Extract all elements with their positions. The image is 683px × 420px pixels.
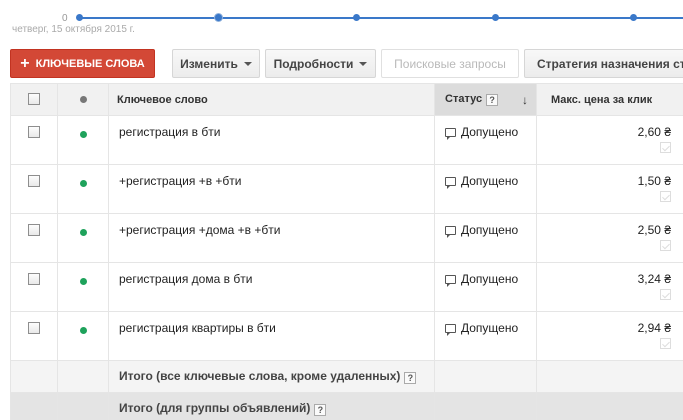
- max-cpc-value[interactable]: 1,50 ₴: [547, 174, 671, 188]
- comment-icon[interactable]: [445, 275, 456, 287]
- edit-pencil-icon[interactable]: [660, 289, 671, 300]
- row-checkbox[interactable]: [28, 126, 40, 138]
- table-row: регистрация в бти Допущено 2,60 ₴: [10, 115, 683, 165]
- header-keyword-label: Ключевое слово: [117, 93, 208, 106]
- total-all-label: Итого (все ключевые слова, кроме удаленн…: [119, 369, 401, 383]
- timeline-point[interactable]: [492, 14, 499, 21]
- status-text: Допущено: [461, 174, 519, 188]
- status-text: Допущено: [461, 125, 519, 139]
- comment-icon[interactable]: [445, 177, 456, 189]
- total-all-row: Итого (все ключевые слова, кроме удаленн…: [10, 360, 683, 393]
- timeline-point[interactable]: [630, 14, 637, 21]
- status-text: Допущено: [461, 272, 519, 286]
- enabled-status-icon: [79, 131, 87, 138]
- add-keywords-label: КЛЮЧЕВЫЕ СЛОВА: [35, 57, 145, 70]
- header-status-label: Статус: [445, 92, 483, 105]
- header-select-all[interactable]: [10, 83, 58, 116]
- edit-pencil-icon[interactable]: [660, 142, 671, 153]
- keywords-table: Ключевое слово Статус? ↓ Макс. цена за к…: [10, 83, 683, 420]
- status-dot-icon: [79, 95, 87, 103]
- edit-pencil-icon[interactable]: [660, 338, 671, 349]
- edit-pencil-icon[interactable]: [660, 240, 671, 251]
- help-icon[interactable]: ?: [404, 372, 417, 384]
- plus-icon: +: [20, 54, 30, 72]
- total-group-row: Итого (для группы объявлений)?: [10, 392, 683, 420]
- bid-strategy-label: Стратегия назначения ставок: [537, 56, 683, 71]
- edit-label: Изменить: [180, 56, 238, 71]
- max-cpc-value[interactable]: 2,94 ₴: [547, 321, 671, 335]
- bid-strategy-button[interactable]: Стратегия назначения ставок: [524, 49, 683, 78]
- performance-timeline: 0 четверг, 15 октября 2015 г.: [0, 0, 683, 40]
- details-label: Подробности: [273, 56, 354, 71]
- row-checkbox[interactable]: [28, 175, 40, 187]
- header-max-cpc-label: Макс. цена за клик: [551, 93, 653, 106]
- edit-pencil-icon[interactable]: [660, 191, 671, 202]
- sort-down-icon: ↓: [522, 92, 528, 107]
- total-group-label: Итого (для группы объявлений): [119, 401, 311, 415]
- max-cpc-value[interactable]: 3,24 ₴: [547, 272, 671, 286]
- enabled-status-icon: [79, 229, 87, 236]
- max-cpc-value[interactable]: 2,60 ₴: [547, 125, 671, 139]
- header-status-dot[interactable]: [57, 83, 109, 116]
- comment-icon[interactable]: [445, 324, 456, 336]
- edit-dropdown-button[interactable]: Изменить: [172, 49, 260, 78]
- keyword-cell[interactable]: +регистрация +дома +в +бти: [108, 213, 435, 263]
- search-queries-label: Поисковые запросы: [394, 56, 506, 71]
- timeline-point-selected[interactable]: [214, 13, 223, 22]
- chevron-down-icon: [243, 61, 252, 66]
- keyword-cell[interactable]: регистрация в бти: [108, 115, 435, 165]
- table-row: +регистрация +дома +в +бти Допущено 2,50…: [10, 213, 683, 263]
- keyword-cell[interactable]: регистрация квартиры в бти: [108, 311, 435, 361]
- add-keywords-button[interactable]: + КЛЮЧЕВЫЕ СЛОВА: [10, 49, 155, 78]
- status-text: Допущено: [461, 321, 519, 335]
- select-all-checkbox[interactable]: [28, 92, 40, 105]
- enabled-status-icon: [79, 327, 87, 334]
- row-checkbox[interactable]: [28, 224, 40, 236]
- chevron-down-icon: [359, 61, 368, 66]
- table-row: регистрация квартиры в бти Допущено 2,94…: [10, 311, 683, 361]
- timeline-point[interactable]: [353, 14, 360, 21]
- timeline-date-label: четверг, 15 октября 2015 г.: [12, 24, 135, 35]
- table-row: +регистрация +в +бти Допущено 1,50 ₴: [10, 164, 683, 214]
- status-text: Допущено: [461, 223, 519, 237]
- row-checkbox[interactable]: [28, 273, 40, 285]
- header-max-cpc[interactable]: Макс. цена за клик: [536, 83, 683, 116]
- keyword-cell[interactable]: регистрация дома в бти: [108, 262, 435, 312]
- comment-icon[interactable]: [445, 226, 456, 238]
- max-cpc-value[interactable]: 2,50 ₴: [547, 223, 671, 237]
- timeline-line: [79, 17, 683, 19]
- table-header-row: Ключевое слово Статус? ↓ Макс. цена за к…: [10, 83, 683, 116]
- row-checkbox[interactable]: [28, 322, 40, 334]
- enabled-status-icon: [79, 278, 87, 285]
- timeline-point[interactable]: [76, 14, 83, 21]
- timeline-zero-label: 0: [62, 13, 68, 24]
- help-icon[interactable]: ?: [486, 93, 499, 106]
- help-icon[interactable]: ?: [314, 404, 327, 416]
- keyword-cell[interactable]: +регистрация +в +бти: [108, 164, 435, 214]
- details-dropdown-button[interactable]: Подробности: [265, 49, 376, 78]
- header-status[interactable]: Статус? ↓: [434, 83, 537, 116]
- enabled-status-icon: [79, 180, 87, 187]
- header-keyword[interactable]: Ключевое слово: [108, 83, 435, 116]
- table-row: регистрация дома в бти Допущено 3,24 ₴: [10, 262, 683, 312]
- search-queries-button[interactable]: Поисковые запросы: [381, 49, 519, 78]
- comment-icon[interactable]: [445, 128, 456, 140]
